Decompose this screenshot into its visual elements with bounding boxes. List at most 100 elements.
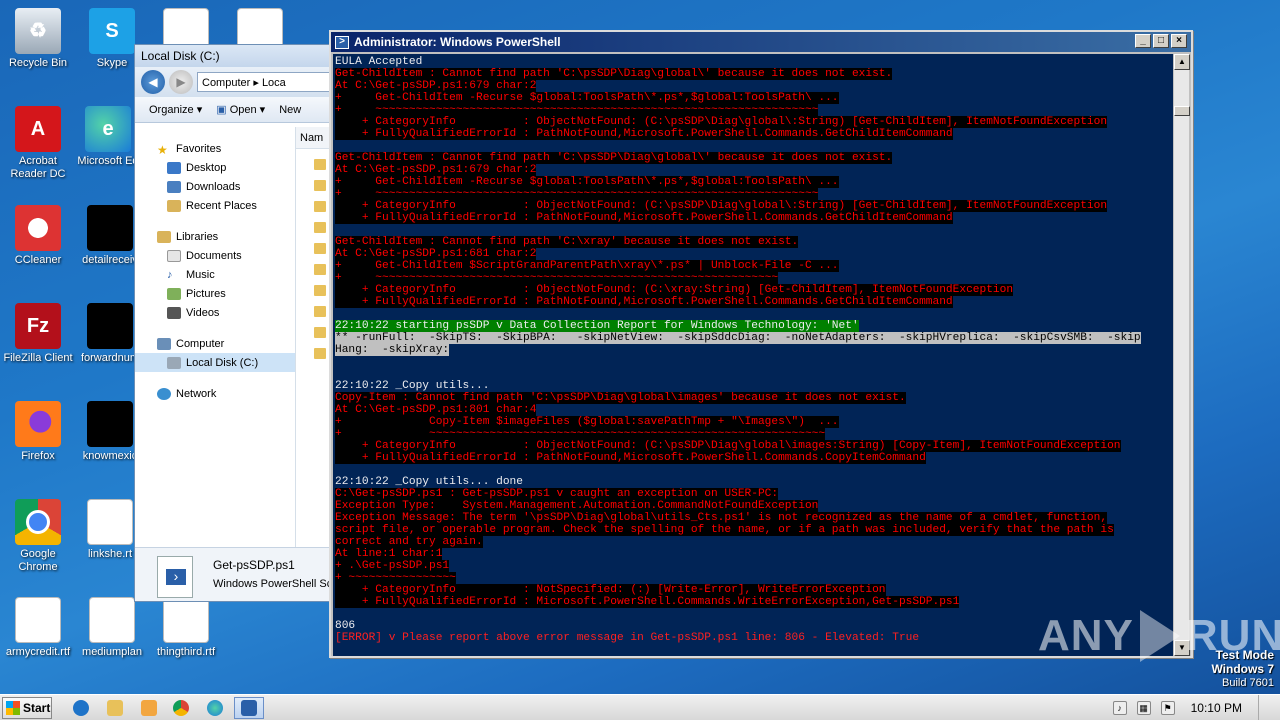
nav-label: Network [176, 387, 217, 400]
address-segment[interactable]: Loca [262, 77, 286, 89]
console-line: script file, or operable program. Check … [335, 524, 1173, 536]
nav-label: Documents [186, 249, 242, 262]
desktop-icon-filezilla[interactable]: Fz FileZilla Client [0, 303, 76, 365]
folder-icon[interactable] [314, 159, 326, 170]
desktop-icon-thingthird[interactable]: W thingthird.rtf [148, 597, 224, 659]
vertical-scrollbar[interactable]: ▲ ▼ [1173, 54, 1190, 656]
desktop-icon-armycredit[interactable]: W armycredit.rtf [0, 597, 76, 659]
taskbar: Start ♪ ▦ ⚑ 10:10 PM [0, 694, 1280, 720]
scroll-up-icon[interactable]: ▲ [1174, 54, 1190, 70]
media-player-icon [141, 700, 157, 716]
ie-icon [73, 700, 89, 716]
console-line-text: At C:\Get-psSDP.ps1:681 char:2 [335, 248, 537, 260]
skype-icon: S [89, 8, 135, 54]
open-label: Open [229, 104, 257, 116]
nav-label: Pictures [186, 287, 226, 300]
console-line-text: [ERROR] v Please report above error mess… [335, 632, 920, 644]
console-line-text: At C:\Get-psSDP.ps1:679 char:2 [335, 80, 537, 92]
nav-desktop[interactable]: Desktop [135, 158, 295, 177]
folder-icon[interactable] [314, 348, 326, 359]
explorer-details-pane: Get-psSDP.ps1 Windows PowerShell Scri [135, 547, 333, 601]
console-line: At C:\Get-psSDP.ps1:679 char:2 [335, 164, 1173, 176]
console-output[interactable]: EULA Accepted Get-ChildItem : Cannot find… [333, 54, 1175, 656]
folder-icon[interactable] [314, 264, 326, 275]
console-line: + .\Get-psSDP.ps1 [335, 560, 1173, 572]
nav-label: Computer [176, 337, 225, 350]
new-folder-button[interactable]: New [279, 104, 301, 116]
action-center-flag-icon[interactable]: ⚑ [1160, 701, 1175, 715]
powershell-window[interactable]: > Administrator: Windows PowerShell _ □ … [329, 30, 1193, 658]
close-button[interactable]: × [1171, 34, 1187, 48]
explorer-toolbar: Organize ▾ ▣ Open ▾ New [135, 97, 333, 123]
music-icon: ♪ [167, 268, 173, 281]
powershell-script-icon [157, 556, 193, 598]
volume-icon[interactable]: ♪ [1112, 701, 1127, 715]
maximize-button[interactable]: □ [1153, 34, 1169, 48]
desktop-icon-recycle-bin[interactable]: ♻ Recycle Bin [0, 8, 76, 70]
desktop-icon-mediumplan[interactable]: W mediumplan [74, 597, 150, 659]
desktop-icon-acrobat[interactable]: A Acrobat Reader DC [0, 106, 76, 181]
show-desktop-button[interactable] [1258, 695, 1270, 720]
organize-button[interactable]: Organize ▾ [149, 103, 202, 116]
firefox-icon [15, 401, 61, 447]
scroll-thumb[interactable] [1174, 106, 1190, 116]
nav-network[interactable]: Network [135, 384, 295, 403]
desktop-icon-ccleaner[interactable]: C CCleaner [0, 205, 76, 267]
start-label: Start [23, 701, 51, 715]
nav-pictures[interactable]: Pictures [135, 284, 295, 303]
taskbar-chrome[interactable] [166, 697, 196, 719]
open-button[interactable]: ▣ Open ▾ [216, 103, 265, 116]
taskbar-edge[interactable] [200, 697, 230, 719]
console-line: At C:\Get-psSDP.ps1:679 char:2 [335, 80, 1173, 92]
console-line: + FullyQualifiedErrorId : PathNotFound,M… [335, 212, 1173, 224]
explorer-title-bar[interactable]: Local Disk (C:) [135, 45, 333, 67]
nav-computer[interactable]: Computer [135, 334, 295, 353]
nav-downloads[interactable]: Downloads [135, 177, 295, 196]
watermark-text: ANY [1038, 611, 1134, 660]
taskbar-powershell[interactable] [234, 697, 264, 719]
nav-favorites[interactable]: ★ Favorites [135, 139, 295, 158]
taskbar-media-player[interactable] [134, 697, 164, 719]
folder-icon[interactable] [314, 201, 326, 212]
word-doc-icon: W [163, 597, 209, 643]
folder-icon[interactable] [314, 222, 326, 233]
address-segment[interactable]: Computer [202, 77, 250, 89]
nav-libraries[interactable]: Libraries [135, 227, 295, 246]
taskbar-ie[interactable] [66, 697, 96, 719]
minimize-button[interactable]: _ [1135, 34, 1151, 48]
desktop-icon-chrome[interactable]: Google Chrome [0, 499, 76, 574]
nav-local-disk[interactable]: Local Disk (C:) [135, 353, 295, 372]
folder-icon[interactable] [314, 327, 326, 338]
nav-recent-places[interactable]: Recent Places [135, 196, 295, 215]
console-line: + CategoryInfo : NotSpecified: (:) [Writ… [335, 584, 1173, 596]
taskbar-explorer[interactable] [100, 697, 130, 719]
console-line: + CategoryInfo : ObjectNotFound: (C:\psS… [335, 200, 1173, 212]
edge-icon [207, 700, 223, 716]
desktop-icon-firefox[interactable]: Firefox [0, 401, 76, 463]
folder-icon[interactable] [314, 306, 326, 317]
hard-drive-icon [167, 356, 181, 369]
black-file-icon [87, 401, 133, 447]
powershell-title-bar[interactable]: > Administrator: Windows PowerShell _ □ … [331, 32, 1191, 52]
console-line-text: At C:\Get-psSDP.ps1:679 char:2 [335, 164, 537, 176]
console-line-text: + .\Get-psSDP.ps1 [335, 560, 450, 572]
folder-icon[interactable] [314, 243, 326, 254]
system-tray: ♪ ▦ ⚑ 10:10 PM [1112, 695, 1280, 720]
clock[interactable]: 10:10 PM [1185, 701, 1248, 715]
folder-icon[interactable] [314, 180, 326, 191]
desktop-icon-label: Acrobat Reader DC [10, 155, 66, 180]
nav-videos[interactable]: Videos [135, 303, 295, 322]
nav-music[interactable]: ♪ Music [135, 265, 295, 284]
network-tray-icon[interactable]: ▦ [1136, 701, 1151, 715]
address-input[interactable]: Computer ▸ Loca [197, 72, 333, 92]
forward-arrow-icon[interactable]: ▶ [169, 70, 193, 94]
nav-documents[interactable]: Documents [135, 246, 295, 265]
explorer-window[interactable]: Local Disk (C:) ◀ ▶ Computer ▸ Loca Orga… [134, 44, 334, 602]
console-line: + ~~~~~~~~~~~~~~~~ [335, 572, 1173, 584]
console-line-text: EULA Accepted [335, 56, 423, 68]
back-arrow-icon[interactable]: ◀ [141, 70, 165, 94]
nav-label: Libraries [176, 230, 219, 243]
start-button[interactable]: Start [2, 697, 52, 719]
folder-icon[interactable] [314, 285, 326, 296]
